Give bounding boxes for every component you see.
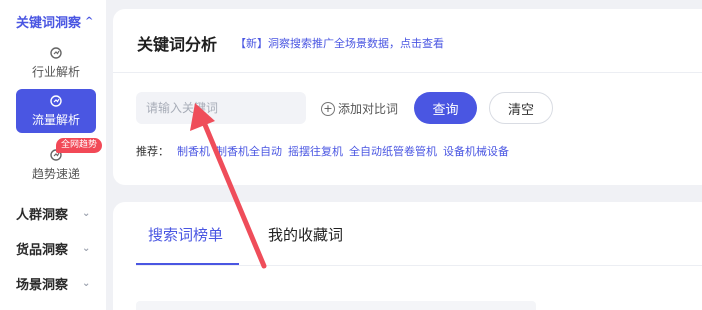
tab-divider xyxy=(136,265,702,266)
sidebar-item-traffic-analysis[interactable]: 流量解析 xyxy=(16,89,96,133)
trend-badge: 全网趋势 xyxy=(56,138,103,153)
sidebar-section-product-insight[interactable]: 货品洞察 ⌄ xyxy=(16,239,90,258)
chevron-down-icon: ⌄ xyxy=(82,278,91,289)
recommend-row: 推荐： 制香机 制香机全自动 摇摆往复机 全自动纸管卷管机 设备机械设备 xyxy=(136,143,515,159)
sidebar-section-label: 货品洞察 xyxy=(16,243,69,258)
query-button[interactable]: 查询 xyxy=(414,92,477,124)
divider xyxy=(113,72,702,73)
new-feature-notice-link[interactable]: 【新】洞察搜索推广全场景数据，点击查看 xyxy=(235,35,444,51)
tab-my-favorites[interactable]: 我的收藏词 xyxy=(268,224,343,245)
analytics-icon xyxy=(50,95,62,107)
analytics-icon xyxy=(50,47,62,59)
sidebar-item-label: 流量解析 xyxy=(31,113,80,127)
sidebar: 关键词洞察 ^ 行业解析 流量解析 趋势速递 全网趋势 人群洞察 ⌄ 货品洞察 … xyxy=(0,0,106,310)
recommend-keyword-link[interactable]: 制香机 xyxy=(177,143,210,159)
recommend-keyword-link[interactable]: 设备机械设备 xyxy=(443,143,509,159)
recommend-label: 推荐： xyxy=(136,145,169,158)
sidebar-section-label: 关键词洞察 xyxy=(16,16,82,31)
sidebar-section-label: 人群洞察 xyxy=(16,208,69,223)
recommend-keyword-link[interactable]: 摇摆往复机 xyxy=(288,143,343,159)
keyword-list-card: 搜索词榜单 我的收藏词 xyxy=(113,202,702,310)
sidebar-section-label: 场景洞察 xyxy=(16,278,69,293)
sidebar-section-keyword-insight[interactable]: 关键词洞察 ^ xyxy=(16,12,93,31)
chevron-down-icon: ⌄ xyxy=(82,208,91,219)
plus-circle-icon: + xyxy=(321,101,335,116)
sidebar-item-label: 趋势速递 xyxy=(31,167,80,181)
content-placeholder xyxy=(136,301,536,310)
recommend-keyword-link[interactable]: 制香机全自动 xyxy=(216,143,282,159)
sidebar-item-label: 行业解析 xyxy=(31,65,80,79)
keyword-search-input[interactable] xyxy=(136,92,306,124)
chevron-down-icon: ⌄ xyxy=(82,243,91,254)
keyword-analysis-card: 关键词分析 【新】洞察搜索推广全场景数据，点击查看 + 添加对比词 查询 清空 … xyxy=(113,9,702,185)
active-tab-indicator xyxy=(136,263,239,265)
sidebar-section-audience-insight[interactable]: 人群洞察 ⌄ xyxy=(16,204,90,223)
clear-button[interactable]: 清空 xyxy=(489,92,553,124)
recommend-keyword-link[interactable]: 全自动纸管卷管机 xyxy=(349,143,437,159)
sidebar-section-scene-insight[interactable]: 场景洞察 ⌄ xyxy=(16,274,90,293)
sidebar-item-industry-analysis[interactable]: 行业解析 xyxy=(16,41,96,85)
page-title: 关键词分析 xyxy=(137,35,218,54)
chevron-up-icon: ^ xyxy=(85,16,94,27)
tab-search-ranking[interactable]: 搜索词榜单 xyxy=(148,224,223,245)
add-compare-label: 添加对比词 xyxy=(338,102,399,116)
add-compare-word-button[interactable]: + 添加对比词 xyxy=(321,100,398,117)
